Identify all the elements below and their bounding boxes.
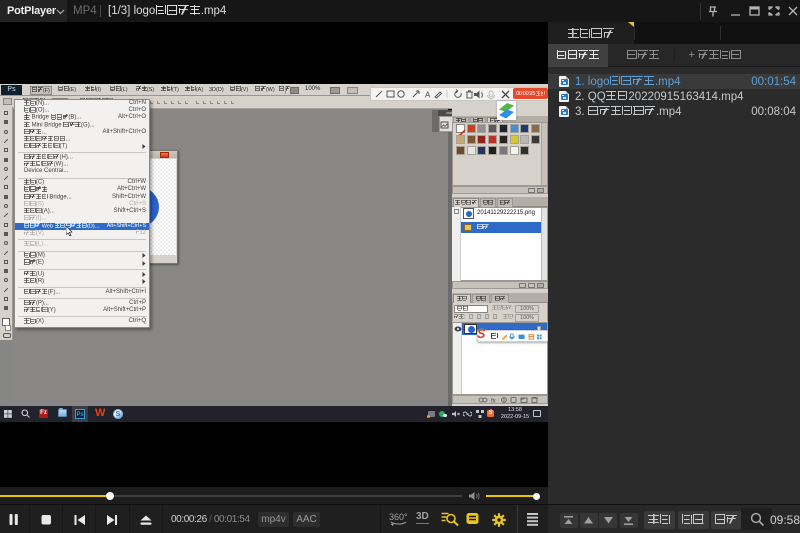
svg-text:A: A — [425, 90, 431, 99]
svg-text:fx: fx — [491, 398, 496, 403]
